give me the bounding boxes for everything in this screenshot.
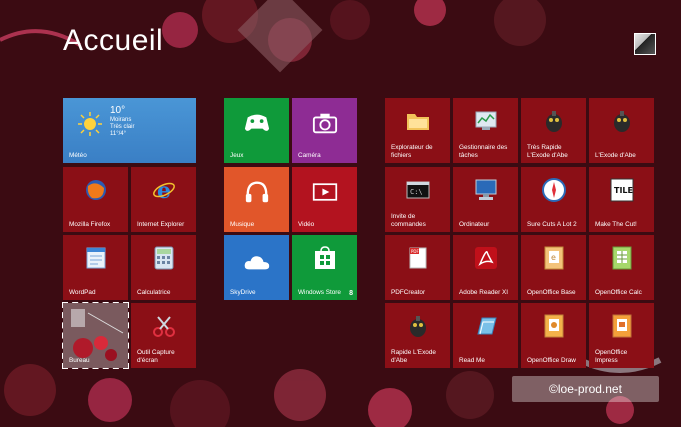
tile-invite-commandes[interactable]: C:\ Invite de commandes bbox=[385, 167, 450, 232]
tile-label: Windows Store bbox=[298, 288, 341, 296]
tile-tres-rapide[interactable]: Très Rapide L'Exode d'Abe bbox=[521, 98, 586, 163]
tile-label: Mozilla Firefox bbox=[69, 220, 111, 228]
store-bag-icon bbox=[312, 245, 338, 271]
tile-explorateur[interactable]: Explorateur de fichiers bbox=[385, 98, 450, 163]
wordpad-icon bbox=[83, 245, 109, 271]
openoffice-impress-icon bbox=[609, 313, 635, 339]
tile-label: OpenOffice Calc bbox=[595, 288, 642, 296]
calculator-icon bbox=[151, 245, 177, 271]
tile-musique[interactable]: Musique bbox=[224, 167, 289, 232]
tile-label: Météo bbox=[69, 151, 87, 159]
tile-label: Make The Cut! bbox=[595, 220, 637, 228]
tile-sure-cuts[interactable]: Sure Cuts A Lot 2 bbox=[521, 167, 586, 232]
camera-icon bbox=[312, 110, 338, 136]
tile-bureau[interactable]: Bureau bbox=[62, 302, 129, 369]
internet-explorer-icon: e bbox=[151, 177, 177, 203]
update-count-badge: 8 bbox=[349, 290, 353, 297]
abe-game-icon bbox=[541, 108, 567, 134]
tile-ordinateur[interactable]: Ordinateur bbox=[453, 167, 518, 232]
tile-label: Gestionnaire des tâches bbox=[459, 144, 508, 159]
tile-calculatrice[interactable]: Calculatrice bbox=[131, 235, 196, 300]
tile-label: Outil Capture d'écran bbox=[137, 349, 175, 364]
tile-label: OpenOffice Impress bbox=[595, 349, 628, 364]
video-play-icon bbox=[312, 179, 338, 205]
openoffice-calc-icon bbox=[609, 245, 635, 271]
tile-openoffice-calc[interactable]: OpenOffice Calc bbox=[589, 235, 654, 300]
tile-openoffice-base[interactable]: e OpenOffice Base bbox=[521, 235, 586, 300]
task-manager-icon bbox=[473, 108, 499, 134]
svg-text:PDF: PDF bbox=[411, 249, 419, 254]
firefox-icon bbox=[83, 177, 109, 203]
svg-text:TILE: TILE bbox=[614, 186, 633, 195]
watermark: ©loe-prod.net bbox=[512, 376, 659, 402]
tile-gestionnaire[interactable]: Gestionnaire des tâches bbox=[453, 98, 518, 163]
tile-skydrive[interactable]: SkyDrive bbox=[224, 235, 289, 300]
svg-text:e: e bbox=[157, 178, 171, 202]
tile-rapide-exode[interactable]: Rapide L'Exode d'Abe bbox=[385, 303, 450, 368]
abe-game-icon bbox=[609, 108, 635, 134]
tile-camera[interactable]: Caméra bbox=[292, 98, 357, 163]
tile-label: Musique bbox=[230, 220, 255, 228]
tile-pdfcreator[interactable]: PDF PDFCreator bbox=[385, 235, 450, 300]
tile-openoffice-draw[interactable]: OpenOffice Draw bbox=[521, 303, 586, 368]
tile-label: Vidéo bbox=[298, 220, 315, 228]
tile-read-me[interactable]: Read Me bbox=[453, 303, 518, 368]
tile-jeux[interactable]: Jeux bbox=[224, 98, 289, 163]
computer-icon bbox=[473, 177, 499, 203]
scissors-icon bbox=[151, 313, 177, 339]
abe-game-icon bbox=[405, 313, 431, 339]
pdf-document-icon: PDF bbox=[405, 245, 431, 271]
tile-label: Bureau bbox=[69, 356, 90, 364]
tile-label: Explorateur de fichiers bbox=[391, 144, 433, 159]
weather-city: Moirans bbox=[110, 117, 132, 123]
tile-windows-store[interactable]: Windows Store 8 bbox=[292, 235, 357, 300]
tile-label: Ordinateur bbox=[459, 220, 490, 228]
tile-outil-capture[interactable]: Outil Capture d'écran bbox=[131, 303, 196, 368]
folder-icon bbox=[405, 108, 431, 134]
tile-internet-explorer[interactable]: e Internet Explorer bbox=[131, 167, 196, 232]
tile-label: Invite de commandes bbox=[391, 213, 426, 228]
tile-label: Très Rapide L'Exode d'Abe bbox=[527, 144, 568, 159]
xbox-controller-icon bbox=[244, 110, 270, 136]
tile-meteo[interactable]: 10° Moirans Très clair 11°/4° Météo bbox=[63, 98, 196, 163]
tile-label: OpenOffice Draw bbox=[527, 356, 576, 364]
openoffice-base-icon: e bbox=[541, 245, 567, 271]
tile-label: Calculatrice bbox=[137, 288, 171, 296]
tile-label: Rapide L'Exode d'Abe bbox=[391, 349, 436, 364]
tile-label: SkyDrive bbox=[230, 288, 256, 296]
headphones-icon bbox=[244, 179, 270, 205]
user-avatar[interactable] bbox=[634, 33, 656, 55]
tile-label: Jeux bbox=[230, 151, 244, 159]
weather-range: 11°/4° bbox=[110, 131, 127, 137]
svg-text:e: e bbox=[551, 253, 556, 262]
tile-label: Caméra bbox=[298, 151, 321, 159]
start-title: Accueil bbox=[63, 24, 164, 57]
tile-video[interactable]: Vidéo bbox=[292, 167, 357, 232]
tile-label: OpenOffice Base bbox=[527, 288, 576, 296]
tile-firefox[interactable]: Mozilla Firefox bbox=[63, 167, 128, 232]
openoffice-draw-icon bbox=[541, 313, 567, 339]
tile-exode-abe[interactable]: L'Exode d'Abe bbox=[589, 98, 654, 163]
sun-icon bbox=[78, 112, 102, 136]
tile-label: Adobe Reader XI bbox=[459, 288, 509, 296]
make-the-cut-icon: TILE bbox=[609, 177, 635, 203]
tile-openoffice-impress[interactable]: OpenOffice Impress bbox=[589, 303, 654, 368]
weather-condition: Très clair bbox=[110, 124, 135, 130]
command-prompt-icon: C:\ bbox=[405, 177, 431, 203]
tile-label: Sure Cuts A Lot 2 bbox=[527, 220, 577, 228]
tile-make-the-cut[interactable]: TILE Make The Cut! bbox=[589, 167, 654, 232]
tile-wordpad[interactable]: WordPad bbox=[63, 235, 128, 300]
tile-adobe-reader[interactable]: Adobe Reader XI bbox=[453, 235, 518, 300]
adobe-reader-icon bbox=[473, 245, 499, 271]
tile-label: PDFCreator bbox=[391, 288, 426, 296]
tile-label: Read Me bbox=[459, 356, 485, 364]
tile-label: L'Exode d'Abe bbox=[595, 151, 636, 159]
tile-label: WordPad bbox=[69, 288, 96, 296]
compass-icon bbox=[541, 177, 567, 203]
read-me-icon bbox=[473, 313, 499, 339]
cloud-icon bbox=[244, 249, 270, 275]
tile-label: Internet Explorer bbox=[137, 220, 185, 228]
svg-text:C:\: C:\ bbox=[410, 188, 423, 196]
weather-temp: 10° bbox=[110, 105, 126, 116]
